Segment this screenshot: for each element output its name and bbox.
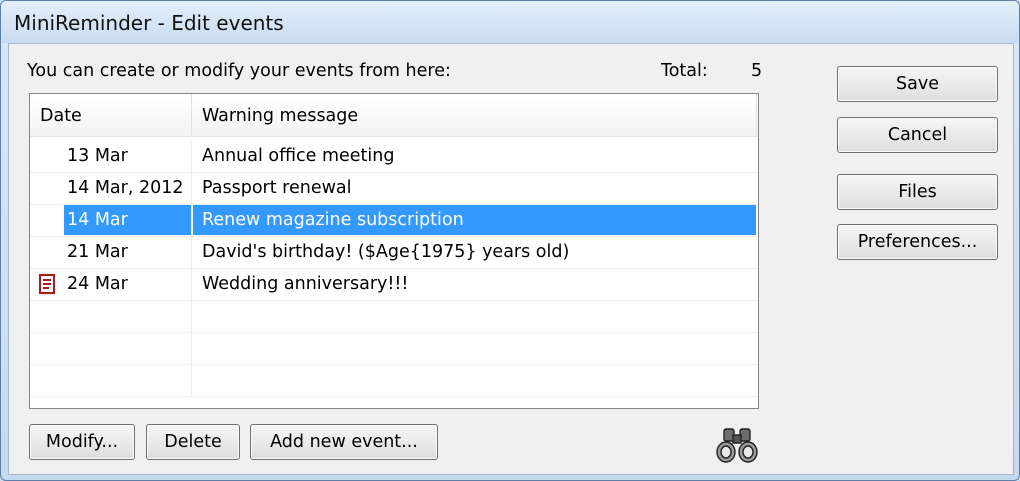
title-bar[interactable]: MiniReminder - Edit events xyxy=(1,1,1019,43)
table-row[interactable]: 14 Mar, 2012 Passport renewal xyxy=(30,173,758,205)
add-event-button[interactable]: Add new event... xyxy=(250,424,438,460)
total-label: Total: xyxy=(661,61,708,81)
event-date: 24 Mar xyxy=(67,274,128,294)
empty-row xyxy=(30,365,758,397)
list-rows: 13 Mar Annual office meeting 14 Mar, 2012 P… xyxy=(30,141,758,397)
table-row[interactable]: 13 Mar Annual office meeting xyxy=(30,141,758,173)
column-divider[interactable] xyxy=(756,94,757,136)
column-divider xyxy=(191,365,192,396)
save-button[interactable]: Save xyxy=(837,66,998,102)
empty-row xyxy=(30,301,758,333)
column-divider xyxy=(191,141,192,172)
column-divider[interactable] xyxy=(191,94,192,136)
edit-events-window: MiniReminder - Edit events You can creat… xyxy=(0,0,1020,481)
delete-button[interactable]: Delete xyxy=(146,424,240,460)
cancel-button[interactable]: Cancel xyxy=(837,117,998,153)
column-divider xyxy=(191,269,192,300)
empty-row xyxy=(30,333,758,365)
event-message: Renew magazine subscription xyxy=(202,210,464,230)
events-list[interactable]: Date Warning message 13 Mar Annual office… xyxy=(29,93,759,409)
table-row[interactable]: 21 Mar David's birthday! ($Age{1975} year… xyxy=(30,237,758,269)
preferences-button[interactable]: Preferences... xyxy=(837,224,998,260)
event-message: Passport renewal xyxy=(202,178,352,198)
event-date: 14 Mar, 2012 xyxy=(67,178,184,198)
modify-button[interactable]: Modify... xyxy=(29,424,135,460)
total-count: 5 xyxy=(751,61,763,81)
table-row[interactable]: 14 Mar Renew magazine subscription xyxy=(30,205,758,237)
note-icon xyxy=(39,274,55,294)
dialog-body: You can create or modify your events fro… xyxy=(8,43,1014,475)
intro-text: You can create or modify your events fro… xyxy=(27,61,451,81)
event-message: David's birthday! ($Age{1975} years old) xyxy=(202,242,570,262)
window-title: MiniReminder - Edit events xyxy=(14,11,284,35)
column-divider xyxy=(191,333,192,364)
event-message: Annual office meeting xyxy=(202,146,395,166)
column-header-date[interactable]: Date xyxy=(40,106,82,126)
files-button[interactable]: Files xyxy=(837,174,998,210)
event-date: 21 Mar xyxy=(67,242,128,262)
table-row[interactable]: 24 Mar Wedding anniversary!!! xyxy=(30,269,758,301)
binoculars-icon[interactable] xyxy=(714,425,760,465)
list-header: Date Warning message xyxy=(30,94,758,137)
event-date: 13 Mar xyxy=(67,146,128,166)
column-divider xyxy=(191,301,192,332)
event-message: Wedding anniversary!!! xyxy=(202,274,409,294)
column-divider xyxy=(191,205,192,236)
event-date: 14 Mar xyxy=(67,210,128,230)
column-divider xyxy=(191,237,192,268)
column-divider xyxy=(191,173,192,204)
column-header-message[interactable]: Warning message xyxy=(202,106,358,126)
